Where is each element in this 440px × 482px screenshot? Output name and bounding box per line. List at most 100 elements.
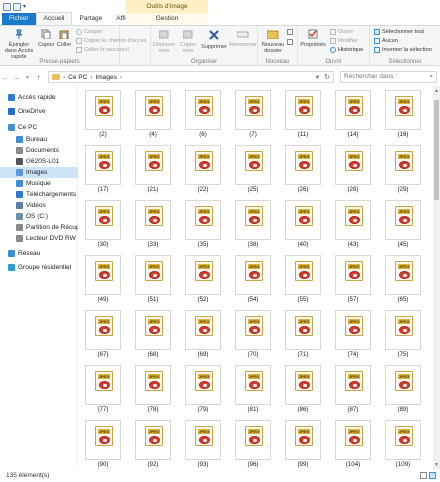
file-tile[interactable]: JPEG (81) [233,365,273,414]
file-tile[interactable]: JPEG (22) [183,145,223,194]
file-tile[interactable]: JPEG (55) [283,255,323,304]
up-arrow-icon[interactable]: ↑ [33,73,44,82]
nav-item-device[interactable]: G620S-L01 [0,156,78,167]
nav-item-downloads[interactable]: Téléchargements [0,189,78,200]
file-tile[interactable]: JPEG (69) [183,310,223,359]
invert-selection-button[interactable]: Inverser la sélection [374,47,432,53]
delete-button[interactable]: Supprimer [201,29,227,50]
new-folder-button[interactable]: Nouveau dossier [260,29,286,54]
new-item-button[interactable] [287,29,293,35]
file-tile[interactable]: JPEG (33) [133,200,173,249]
select-all-button[interactable]: Sélectionner tout [374,29,424,35]
history-button[interactable]: Historique [330,47,363,53]
forward-arrow-icon[interactable]: → [11,73,22,82]
file-tile[interactable]: JPEG (96) [233,420,273,469]
vertical-scrollbar[interactable]: ▲ ▼ [433,86,440,470]
file-tile[interactable]: JPEG (7) [233,90,273,139]
nav-item-videos[interactable]: Vidéos [0,200,78,211]
file-tile[interactable]: JPEG (11) [283,90,323,139]
file-tile[interactable]: JPEG (52) [183,255,223,304]
tab-gestion[interactable]: Gestion [126,13,208,25]
select-none-button[interactable]: Aucun [374,38,398,44]
file-tile[interactable]: JPEG (75) [383,310,423,359]
tab-partage[interactable]: Partage [72,13,109,25]
large-icons-view-icon[interactable] [429,472,436,479]
file-tile[interactable]: JPEG (90) [83,420,123,469]
nav-item-homegroup[interactable]: Groupe résidentiel [0,262,78,273]
file-tile[interactable]: JPEG (87) [333,365,373,414]
open-button[interactable]: Ouvrir [330,29,353,35]
breadcrumb-images[interactable]: Images [96,74,117,81]
pin-button[interactable]: Épingler dans Accès rapide [2,29,36,60]
search-input[interactable]: Rechercher dans : ⌕ [340,71,437,83]
cut-button[interactable]: Couper [76,29,102,35]
file-tile[interactable]: JPEG (14) [333,90,373,139]
rename-button[interactable]: Renommer [229,29,257,48]
file-tile[interactable]: JPEG (45) [383,200,423,249]
nav-item-music[interactable]: Musique [0,178,78,189]
file-tile[interactable]: JPEG (21) [133,145,173,194]
file-tile[interactable]: JPEG (49) [83,255,123,304]
file-tile[interactable]: JPEG (65) [383,255,423,304]
nav-item-images[interactable]: Images [0,167,78,178]
paste-shortcut-button[interactable]: Coller le raccourci [76,47,129,53]
file-tile[interactable]: JPEG (70) [233,310,273,359]
refresh-icon[interactable]: ↻ [324,73,330,81]
file-tile[interactable]: JPEG (38) [233,200,273,249]
file-tile[interactable]: JPEG (57) [333,255,373,304]
file-tile[interactable]: JPEG (99) [283,420,323,469]
file-tile[interactable]: JPEG (77) [83,365,123,414]
file-tile[interactable]: JPEG (30) [83,200,123,249]
recent-dropdown-icon[interactable]: ▾ [22,74,33,81]
file-tile[interactable]: JPEG (28) [333,145,373,194]
file-tile[interactable]: JPEG (109) [383,420,423,469]
copy-to-button[interactable]: Copier vers [177,29,199,54]
file-tile[interactable]: JPEG (4) [133,90,173,139]
file-tile[interactable]: JPEG (92) [133,420,173,469]
modify-button[interactable]: Modifier [330,38,358,44]
tab-fichier[interactable]: Fichier [2,13,36,25]
file-tile[interactable]: JPEG (104) [333,420,373,469]
file-tile[interactable]: JPEG (17) [83,145,123,194]
properties-quick-icon[interactable] [3,3,11,11]
file-tile[interactable]: JPEG (89) [383,365,423,414]
nav-item-documents[interactable]: Documents [0,145,78,156]
easy-access-button[interactable] [287,39,293,45]
scroll-thumb[interactable] [434,100,439,200]
scroll-up-icon[interactable]: ▲ [433,88,440,94]
file-tile[interactable]: JPEG (54) [233,255,273,304]
move-to-button[interactable]: Déplacer vers [153,29,175,54]
nav-item-desktop[interactable]: Bureau [0,134,78,145]
address-dropdown-icon[interactable]: ▾ [316,73,319,81]
breadcrumb-ce-pc[interactable]: Ce PC [68,74,87,81]
paste-button[interactable]: Coller [56,29,72,48]
file-tile[interactable]: JPEG (93) [183,420,223,469]
file-tile[interactable]: JPEG (51) [133,255,173,304]
file-tile[interactable]: JPEG (16) [383,90,423,139]
copy-button[interactable]: Copier [38,29,54,48]
file-tile[interactable]: JPEG (43) [333,200,373,249]
nav-item-network[interactable]: Réseau [0,248,78,259]
file-tile[interactable]: JPEG (2) [83,90,123,139]
nav-item-onedrive[interactable]: OneDrive [0,106,78,117]
file-tile[interactable]: JPEG (78) [133,365,173,414]
properties-button[interactable]: Propriétés [300,29,326,48]
scroll-down-icon[interactable]: ▼ [433,462,440,468]
file-tile[interactable]: JPEG (26) [283,145,323,194]
file-tile[interactable]: JPEG (29) [383,145,423,194]
nav-item-recovery-partition[interactable]: Partition de Récupé [0,222,78,233]
address-path[interactable]: › Ce PC › Images › ▾ ↻ [48,71,334,83]
nav-item-dvd-drive[interactable]: Lecteur DVD RW (E: [0,233,78,244]
back-arrow-icon[interactable]: ← [0,73,11,82]
nav-item-quick-access[interactable]: Accès rapide [0,92,78,103]
file-tile[interactable]: JPEG (79) [183,365,223,414]
tab-accueil[interactable]: Accueil [35,12,73,25]
file-tile[interactable]: JPEG (74) [333,310,373,359]
customize-dropdown-icon[interactable]: ▾ [23,3,29,11]
file-tile[interactable]: JPEG (86) [283,365,323,414]
nav-item-drive-c[interactable]: OS (C:) [0,211,78,222]
file-tile[interactable]: JPEG (35) [183,200,223,249]
file-tile[interactable]: JPEG (67) [83,310,123,359]
file-tile[interactable]: JPEG (40) [283,200,323,249]
file-tile[interactable]: JPEG (25) [233,145,273,194]
